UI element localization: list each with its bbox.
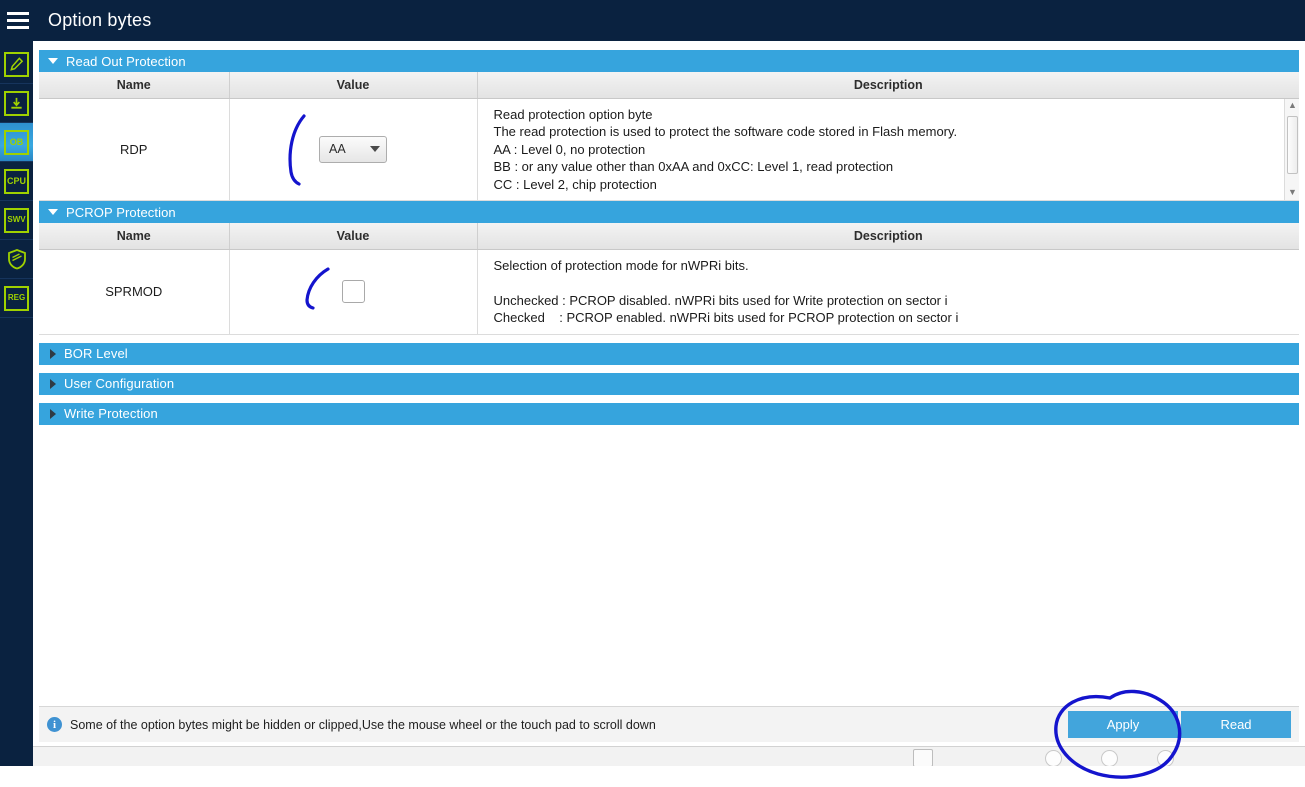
clipped-checkbox[interactable] bbox=[913, 749, 933, 766]
column-header-name: Name bbox=[39, 223, 230, 250]
group-title: Read Out Protection bbox=[66, 53, 186, 69]
scroll-up-icon[interactable]: ▲ bbox=[1285, 99, 1300, 114]
column-header-value: Value bbox=[229, 223, 478, 250]
chevron-down-icon bbox=[48, 58, 58, 64]
chevron-down-icon bbox=[370, 146, 380, 153]
application-window: Option bytes OB CPU SWV REG Read Out Pro… bbox=[0, 0, 1305, 787]
description-line: Unchecked : PCROP disabled. nWPRi bits u… bbox=[493, 292, 948, 308]
description-line: BB : or any value other than 0xAA and 0x… bbox=[493, 159, 894, 174]
column-header-value: Value bbox=[229, 72, 478, 99]
group-title: Write Protection bbox=[64, 406, 158, 421]
register-icon: REG bbox=[4, 285, 29, 311]
clipped-radio[interactable] bbox=[1101, 750, 1118, 766]
main-content: Read Out Protection Name Value Descripti… bbox=[33, 41, 1305, 746]
description-line: The read protection is used to protect t… bbox=[493, 124, 958, 139]
group-title: BOR Level bbox=[64, 346, 128, 361]
group-header-write-protection[interactable]: Write Protection bbox=[39, 402, 1299, 425]
table-row: SPRMOD Selection of protection mode for … bbox=[39, 249, 1300, 335]
row-name-rdp: RDP bbox=[39, 98, 230, 201]
option-bytes-icon: OB bbox=[4, 129, 29, 155]
footer-info-text: Some of the option bytes might be hidden… bbox=[70, 717, 656, 732]
row-description-sprmod: Selection of protection mode for nWPRi b… bbox=[477, 249, 1300, 335]
sidebar-item-reg[interactable]: REG bbox=[0, 279, 33, 318]
pencil-edit-icon bbox=[4, 51, 29, 77]
column-header-description: Description bbox=[477, 223, 1299, 250]
group-header-bor-level[interactable]: BOR Level bbox=[39, 342, 1299, 365]
scroll-down-icon[interactable]: ▼ bbox=[1285, 185, 1300, 200]
description-line: Checked : PCROP enabled. nWPRi bits used… bbox=[493, 310, 959, 325]
description-line: Selection of protection mode for nWPRi b… bbox=[493, 257, 749, 273]
description-scrollbar[interactable]: ▲ ▼ bbox=[1284, 98, 1300, 200]
table-read-out-protection: Name Value Description RDP AA Read prote… bbox=[39, 72, 1299, 201]
title-bar: Option bytes bbox=[0, 0, 1305, 41]
sidebar-item-edit[interactable] bbox=[0, 45, 33, 84]
sidebar-item-ob[interactable]: OB bbox=[0, 123, 33, 162]
group-header-user-configuration[interactable]: User Configuration bbox=[39, 372, 1299, 395]
group-title: User Configuration bbox=[64, 376, 175, 391]
description-line: Read protection option byte bbox=[493, 106, 653, 122]
chevron-right-icon bbox=[50, 408, 56, 419]
read-button[interactable]: Read bbox=[1181, 711, 1291, 738]
row-name-sprmod: SPRMOD bbox=[39, 249, 230, 335]
row-value-rdp: AA bbox=[229, 98, 478, 201]
description-line: CC : Level 2, chip protection bbox=[493, 176, 657, 192]
footer-buttons: Apply Read bbox=[1068, 711, 1299, 738]
hamburger-bar bbox=[7, 19, 29, 22]
column-header-description: Description bbox=[477, 72, 1299, 99]
sprmod-checkbox[interactable] bbox=[341, 280, 365, 303]
column-header-name: Name bbox=[39, 72, 230, 99]
option-bytes-panel: Read Out Protection Name Value Descripti… bbox=[39, 50, 1299, 742]
chevron-down-icon bbox=[48, 209, 58, 215]
clipped-radio[interactable] bbox=[1045, 750, 1062, 766]
empty-area bbox=[39, 424, 1299, 706]
rdp-value-text: AA bbox=[329, 142, 346, 157]
page-background-filler bbox=[0, 766, 1305, 787]
info-circle-icon: i bbox=[47, 717, 62, 732]
sidebar-item-security[interactable] bbox=[0, 240, 33, 279]
sidebar-filler bbox=[0, 746, 33, 766]
cpu-icon: CPU bbox=[4, 168, 29, 194]
table-header-row: Name Value Description bbox=[39, 72, 1299, 99]
scrollbar-thumb[interactable] bbox=[1287, 115, 1298, 174]
group-title: PCROP Protection bbox=[66, 204, 176, 220]
apply-button[interactable]: Apply bbox=[1068, 711, 1178, 738]
sidebar-item-cpu[interactable]: CPU bbox=[0, 162, 33, 201]
register-icon-label: REG bbox=[7, 293, 26, 302]
hamburger-bar bbox=[7, 12, 29, 15]
chevron-right-icon bbox=[50, 348, 56, 359]
table-pcrop-protection: Name Value Description SPRMOD Selection … bbox=[39, 223, 1299, 335]
footer-bar: i Some of the option bytes might be hidd… bbox=[39, 706, 1299, 742]
swv-icon: SWV bbox=[4, 207, 29, 233]
sidebar-item-swv[interactable]: SWV bbox=[0, 201, 33, 240]
shield-icon bbox=[4, 247, 29, 272]
left-toolbar: OB CPU SWV REG bbox=[0, 41, 33, 787]
clipped-radio[interactable] bbox=[1157, 750, 1174, 766]
row-value-sprmod bbox=[229, 249, 478, 335]
row-description-rdp: Read protection option byte The read pro… bbox=[477, 98, 1299, 201]
rdp-value-dropdown[interactable]: AA bbox=[319, 135, 387, 163]
clipped-row-strip bbox=[33, 746, 1305, 766]
description-line: AA : Level 0, no protection bbox=[493, 141, 646, 157]
group-header-pcrop-protection[interactable]: PCROP Protection bbox=[39, 201, 1299, 223]
chevron-right-icon bbox=[50, 378, 56, 389]
sidebar-item-download[interactable] bbox=[0, 84, 33, 123]
hamburger-menu-icon[interactable] bbox=[0, 0, 36, 41]
hamburger-bar bbox=[7, 26, 29, 29]
window-title: Option bytes bbox=[48, 10, 152, 30]
table-header-row: Name Value Description bbox=[39, 223, 1299, 250]
download-to-tray-icon bbox=[4, 90, 29, 116]
table-row: RDP AA Read protection option byte The r… bbox=[39, 98, 1299, 201]
group-header-read-out-protection[interactable]: Read Out Protection bbox=[39, 50, 1299, 72]
